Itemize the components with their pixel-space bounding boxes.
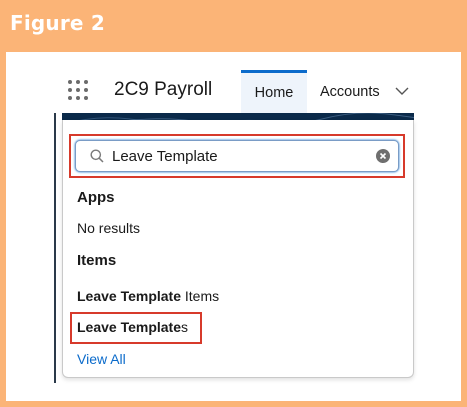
tab-accounts[interactable]: Accounts — [320, 84, 380, 100]
app-launcher-icon[interactable] — [68, 80, 88, 100]
result-match-text: Leave Template — [77, 288, 182, 304]
tab-home-label: Home — [254, 85, 294, 101]
page-edge — [54, 113, 56, 383]
screenshot-panel: 2C9 Payroll Home Accounts Leave Template… — [6, 52, 461, 401]
apps-empty-text: No results — [77, 220, 141, 236]
figure-label: Figure 2 — [10, 11, 105, 35]
result-leave-template-items[interactable]: Leave Template Items — [77, 288, 219, 304]
tab-home[interactable]: Home — [241, 70, 307, 113]
view-all-link[interactable]: View All — [77, 351, 126, 367]
items-heading: Items — [77, 252, 117, 269]
apps-heading: Apps — [77, 189, 115, 206]
result-rest-text: Items — [181, 288, 220, 304]
search-highlight-box — [69, 134, 405, 178]
search-dropdown: Apps No results Items Leave Template Ite… — [62, 120, 414, 378]
figure-frame: Figure 2 2C9 Payroll Home Accounts Leave… — [0, 0, 467, 407]
app-name: 2C9 Payroll — [114, 79, 213, 100]
chevron-down-icon[interactable] — [395, 84, 409, 98]
result-highlight-box — [70, 312, 202, 344]
